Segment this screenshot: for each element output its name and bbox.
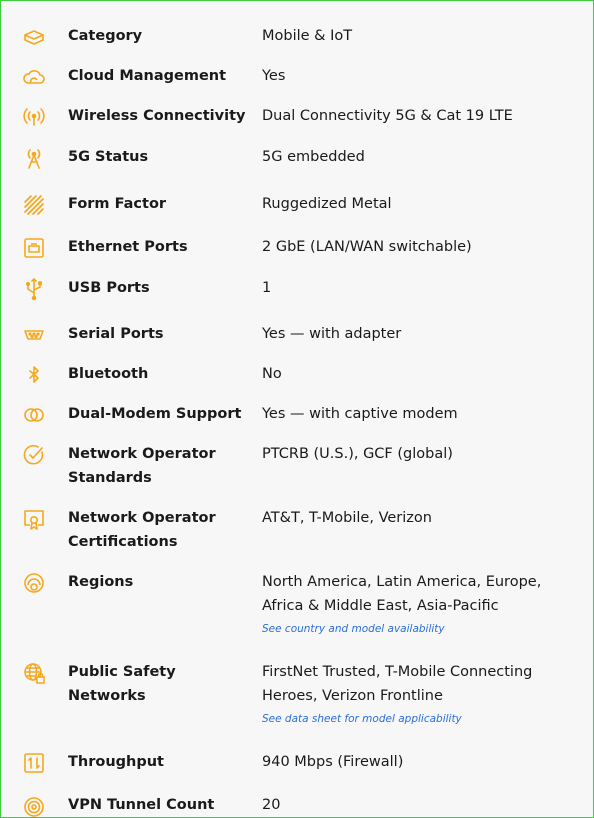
regions-icon <box>21 570 47 596</box>
spec-label: Form Factor <box>68 196 167 212</box>
serial-port-icon <box>21 322 47 348</box>
spec-value-text: North America, Latin America, Europe, Af… <box>262 574 542 614</box>
spec-label: Cloud Management <box>68 68 227 84</box>
spec-value: 5G embedded <box>262 149 365 165</box>
spec-value: 2 GbE (LAN/WAN switchable) <box>262 239 472 255</box>
spec-label: Serial Ports <box>68 326 164 342</box>
certificate-icon <box>21 506 47 532</box>
spec-label: Bluetooth <box>68 366 149 382</box>
spec-value: FirstNet Trusted, T-Mobile Connecting He… <box>262 660 582 726</box>
dual-modem-icon <box>21 402 47 428</box>
wireless-signal-icon <box>21 104 47 130</box>
spec-value: Dual Connectivity 5G & Cat 19 LTE <box>262 108 513 124</box>
cloud-icon <box>21 64 47 90</box>
spec-label: Throughput <box>68 754 164 770</box>
spec-value: 20 <box>262 797 281 813</box>
spec-value: 1 <box>262 280 272 296</box>
spec-label: USB Ports <box>68 280 150 296</box>
spec-value: AT&T, T-Mobile, Verizon <box>262 510 432 526</box>
antenna-tower-icon <box>21 145 47 171</box>
category-icon <box>21 24 47 50</box>
spec-label: Regions <box>68 574 134 590</box>
data-sheet-link[interactable]: See data sheet for model applicability <box>262 712 582 726</box>
spec-value: Yes — with adapter <box>262 326 402 342</box>
spec-value: North America, Latin America, Europe, Af… <box>262 570 582 636</box>
spec-label: Public Safety Networks <box>68 664 176 704</box>
spec-label: Category <box>68 28 143 44</box>
vpn-tunnel-icon <box>21 793 47 817</box>
spec-value-text: FirstNet Trusted, T-Mobile Connecting He… <box>262 664 533 704</box>
spec-value: Yes <box>262 68 286 84</box>
spec-table: Category Mobile & IoT Cloud Management Y… <box>0 0 594 818</box>
spec-label: VPN Tunnel Count <box>68 797 215 813</box>
usb-icon <box>21 276 47 302</box>
country-availability-link[interactable]: See country and model availability <box>262 622 582 636</box>
checkmark-circle-icon <box>21 442 47 468</box>
spec-value: Yes — with captive modem <box>262 406 458 422</box>
spec-label: 5G Status <box>68 149 149 165</box>
spec-value: No <box>262 366 282 382</box>
spec-value: 940 Mbps (Firewall) <box>262 754 404 770</box>
spec-value: Ruggedized Metal <box>262 196 392 212</box>
ethernet-port-icon <box>21 235 47 261</box>
spec-label: Ethernet Ports <box>68 239 188 255</box>
spec-label: Dual-Modem Support <box>68 406 242 422</box>
spec-value: Mobile & IoT <box>262 28 353 44</box>
spec-label: Network Operator Standards <box>68 446 216 486</box>
rugged-form-factor-icon <box>21 192 47 218</box>
globe-lock-icon <box>21 660 47 686</box>
spec-label: Network Operator Certifications <box>68 510 216 550</box>
throughput-icon <box>21 750 47 776</box>
bluetooth-icon <box>21 362 47 388</box>
spec-label: Wireless Connectivity <box>68 108 246 124</box>
spec-value: PTCRB (U.S.), GCF (global) <box>262 446 453 462</box>
